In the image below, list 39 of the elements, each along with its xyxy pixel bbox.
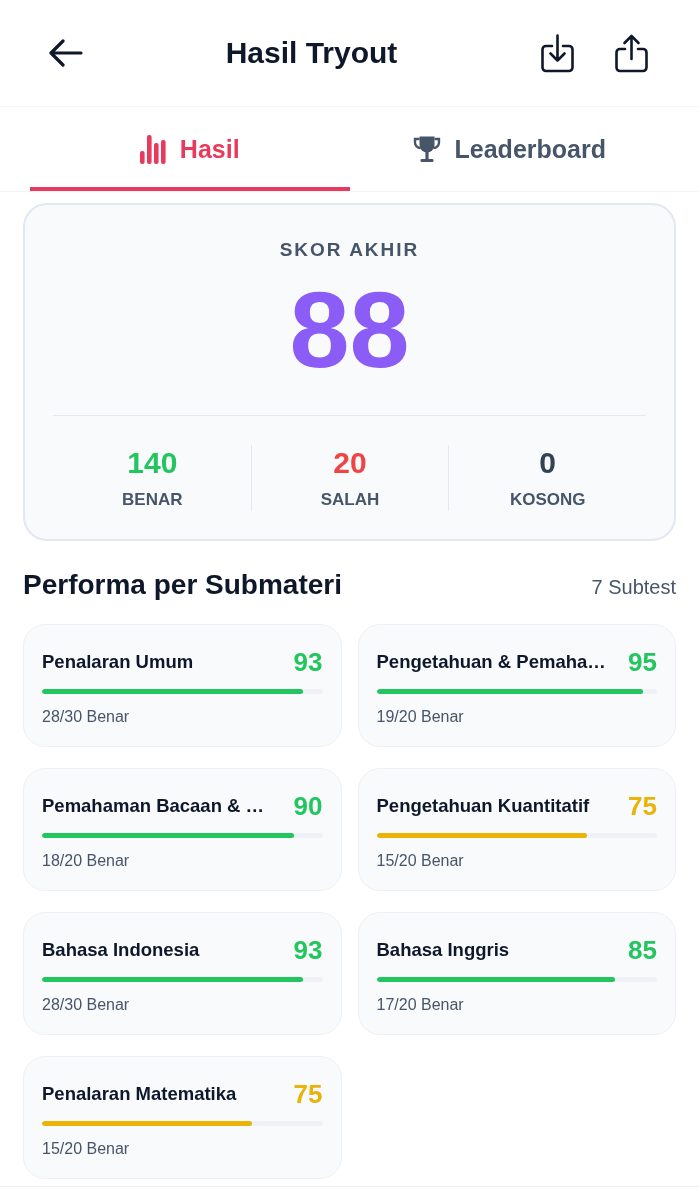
subtest-name: Pengetahuan Kuantitatif [376,795,590,817]
page-title: Hasil Tryout [224,36,399,70]
subtest-name: Penalaran Umum [42,651,194,673]
subtest-name: Penalaran Matematika [42,1083,237,1105]
stat-value: 20 [333,445,367,481]
subtest-name: Bahasa Inggris [376,939,510,961]
back-icon [49,39,83,67]
subtest-detail: 18/20 Benar [42,851,131,871]
score-label: SKOR AKHIR [279,239,420,261]
subtest-name: Pemahaman Bacaan & … [42,795,265,817]
tab[interactable]: Hasil [30,107,350,191]
subtest-detail: 17/20 Benar [376,995,465,1015]
trophy-icon [412,135,441,163]
tab[interactable]: Leaderboard [349,107,669,191]
subtest-score: 75 [293,1078,323,1110]
subtest-score: 90 [293,790,323,822]
subtest-count: 7 Subtest [591,576,676,599]
subtest-detail: 28/30 Benar [42,707,131,727]
subtest-score: 95 [628,646,657,678]
subtest-detail: 19/20 Benar [376,707,465,727]
subtest-detail: 15/20 Benar [376,851,465,871]
stat-label: BENAR [122,489,183,511]
share-icon [614,33,648,73]
download-icon [540,33,574,73]
stat-label: SALAH [320,489,380,511]
stat-value: 140 [127,445,178,481]
subtest-name: Pengetahuan & Pemaha… [376,651,606,673]
stat-label: KOSONG [509,489,586,511]
final-score: 88 [289,275,410,385]
subtest-name: Bahasa Indonesia [42,939,200,961]
stat-value: 0 [539,445,556,481]
subtest-score: 85 [628,934,657,966]
subtest-score: 93 [293,934,323,966]
subtest-detail: 28/30 Benar [42,995,131,1015]
subtest-score: 93 [293,646,323,678]
section-title: Performa per Submateri [23,568,342,602]
bar-chart-icon [139,134,166,164]
subtest-score: 75 [628,790,657,822]
subtest-detail: 15/20 Benar [42,1139,131,1159]
